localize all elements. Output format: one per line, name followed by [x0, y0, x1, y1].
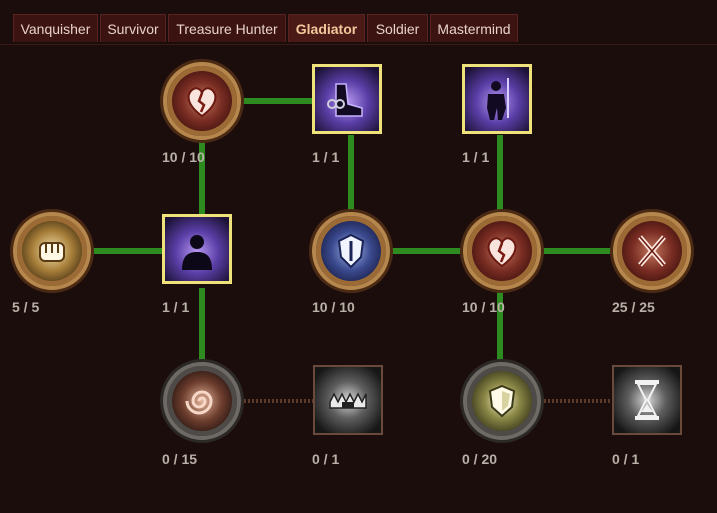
rank-shadow-figure: 1 / 1 [162, 299, 190, 315]
tab-bar: Vanquisher Survivor Treasure Hunter Glad… [0, 0, 717, 45]
talent-board: 10 / 10 1 / 1 1 / 1 5 / 5 1 / 1 10 / 10 … [0, 45, 717, 513]
talent-fist[interactable] [13, 212, 91, 290]
rank-fist: 5 / 5 [12, 299, 40, 315]
tab-mastermind[interactable]: Mastermind [430, 14, 518, 42]
rank-crossed-blades: 25 / 25 [612, 299, 655, 315]
broken-heart-icon [467, 216, 537, 286]
fist-icon [17, 216, 87, 286]
tab-gladiator[interactable]: Gladiator [288, 14, 365, 42]
spear-warrior-icon [465, 67, 529, 131]
rank-spear-warrior: 1 / 1 [462, 149, 490, 165]
shadow-figure-icon [165, 217, 229, 281]
talent-heart-top[interactable] [163, 62, 241, 140]
hourglass-icon [614, 367, 680, 433]
tab-soldier[interactable]: Soldier [367, 14, 428, 42]
rank-swirl: 0 / 15 [162, 451, 198, 467]
rank-chained-boot: 1 / 1 [312, 149, 340, 165]
crossed-blades-icon [617, 216, 687, 286]
swirl-icon [167, 366, 237, 436]
talent-swirl[interactable] [163, 362, 241, 440]
broken-heart-icon [167, 66, 237, 136]
tab-vanquisher[interactable]: Vanquisher [13, 14, 98, 42]
talent-bear-trap[interactable] [313, 365, 383, 435]
chained-boot-icon [315, 67, 379, 131]
tab-survivor[interactable]: Survivor [100, 14, 166, 42]
bear-trap-icon [315, 367, 381, 433]
talent-crossed-blades[interactable] [613, 212, 691, 290]
shield-emblem-icon [316, 216, 386, 286]
rank-yellow-shield: 0 / 20 [462, 451, 498, 467]
rank-bear-trap: 0 / 1 [312, 451, 340, 467]
talent-heart-mid[interactable] [463, 212, 541, 290]
tab-treasure-hunter[interactable]: Treasure Hunter [168, 14, 286, 42]
rank-heart-top: 10 / 10 [162, 149, 205, 165]
talent-blue-shield[interactable] [312, 212, 390, 290]
rank-hourglass: 0 / 1 [612, 451, 640, 467]
talent-spear-warrior[interactable] [462, 64, 532, 134]
rank-blue-shield: 10 / 10 [312, 299, 355, 315]
shield-icon [467, 366, 537, 436]
talent-yellow-shield[interactable] [463, 362, 541, 440]
rank-heart-mid: 10 / 10 [462, 299, 505, 315]
talent-chained-boot[interactable] [312, 64, 382, 134]
talent-shadow-figure[interactable] [162, 214, 232, 284]
talent-hourglass[interactable] [612, 365, 682, 435]
